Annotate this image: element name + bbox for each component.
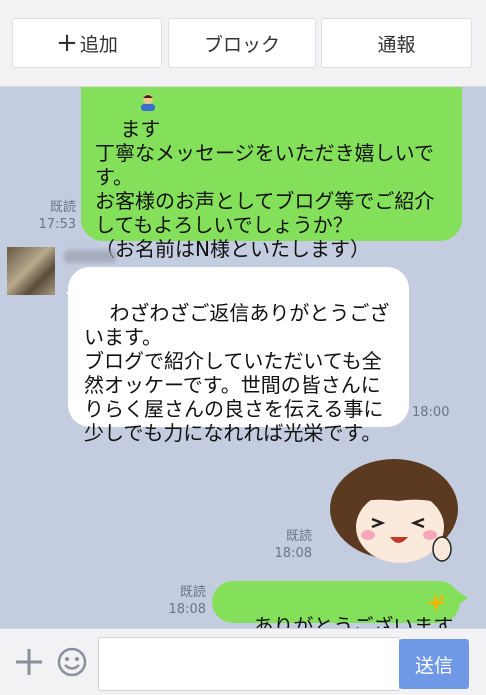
received-message-bubble[interactable]: わざわざご返信ありがとうございます。 ブログで紹介していただいても全然オッケーで… bbox=[68, 267, 409, 445]
person-emoji-icon bbox=[141, 94, 155, 111]
message-input-bar: 送信 bbox=[0, 628, 486, 695]
block-label: ブロック bbox=[203, 33, 280, 56]
chat-history[interactable]: ます 丁寧なメッセージをいただき嬉しいです。 お客様のお声としてブログ等でご紹介… bbox=[0, 87, 486, 628]
message-meta: 既読 18:08 bbox=[270, 528, 312, 562]
plus-icon: + bbox=[56, 28, 78, 58]
add-friend-label: 追加 bbox=[79, 33, 118, 56]
read-receipt: 既読 bbox=[49, 200, 76, 215]
message-time: 17:53 bbox=[38, 217, 76, 232]
read-receipt: 既読 bbox=[285, 529, 312, 544]
message-meta: 既読 17:53 bbox=[30, 199, 76, 233]
sparkle-emoji-icon bbox=[426, 593, 446, 613]
message-text: ありがとうございます bbox=[253, 614, 454, 628]
sent-message-bubble[interactable]: ありがとうございます bbox=[212, 581, 460, 628]
message-input[interactable] bbox=[98, 637, 400, 691]
plus-icon[interactable] bbox=[14, 647, 44, 677]
message-time: 18:08 bbox=[168, 602, 206, 617]
add-friend-button[interactable]: + 追加 bbox=[12, 18, 162, 68]
report-button[interactable]: 通報 bbox=[321, 18, 472, 68]
message-meta: 既読 18:08 bbox=[164, 584, 206, 618]
chat-action-bar: + 追加 ブロック 通報 bbox=[0, 0, 486, 87]
contact-name-blurred bbox=[64, 250, 116, 263]
message-time: 18:00 bbox=[412, 405, 450, 420]
contact-avatar[interactable] bbox=[7, 247, 55, 295]
message-text: わざわざご返信ありがとうございます。 ブログで紹介していただいても全然オッケーで… bbox=[84, 301, 390, 445]
read-receipt: 既読 bbox=[179, 585, 206, 600]
send-label: 送信 bbox=[414, 654, 453, 677]
block-button[interactable]: ブロック bbox=[168, 18, 316, 68]
send-button[interactable]: 送信 bbox=[399, 639, 469, 689]
girl-sticker-icon[interactable] bbox=[328, 457, 460, 567]
emoji-icon[interactable] bbox=[56, 646, 88, 678]
report-label: 通報 bbox=[377, 33, 416, 56]
message-text: ます 丁寧なメッセージをいただき嬉しいです。 お客様のお声としてブログ等でご紹介… bbox=[95, 117, 435, 261]
message-time: 18:08 bbox=[274, 546, 312, 561]
